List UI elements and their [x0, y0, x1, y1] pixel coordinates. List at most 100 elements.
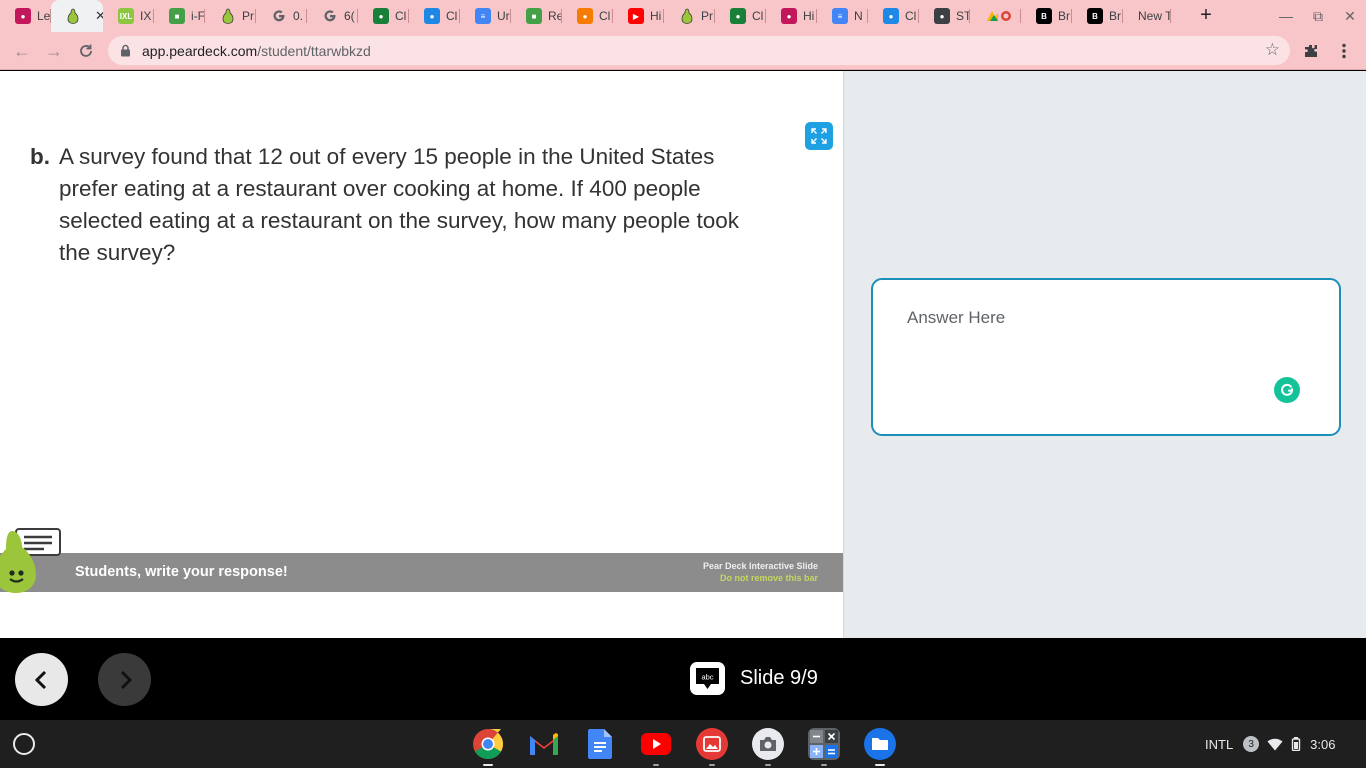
gmail-icon[interactable]	[528, 728, 560, 760]
tab-label: IX	[140, 9, 152, 23]
battery-icon	[1291, 737, 1301, 751]
tab-label: N	[854, 9, 863, 23]
answer-textbox[interactable]: Answer Here	[871, 278, 1341, 436]
tab[interactable]: ● Cl	[358, 4, 409, 28]
tab[interactable]: ■ Re	[511, 4, 562, 28]
tab-label: 6(	[344, 9, 355, 23]
status-tray[interactable]: INTL 3 3:06	[1205, 730, 1335, 758]
running-indicator	[765, 764, 771, 766]
clock: 3:06	[1310, 736, 1336, 752]
next-slide-button[interactable]	[98, 653, 151, 706]
close-window-button[interactable]: ✕	[1340, 6, 1360, 26]
forward-button[interactable]: →	[42, 39, 66, 63]
green-cube-icon: ■	[526, 8, 542, 24]
tab[interactable]: Pr	[205, 4, 256, 28]
dark-person-icon: ●	[934, 8, 950, 24]
tab-label: Hi	[803, 9, 815, 23]
google-icon	[322, 8, 338, 24]
address-bar[interactable]: app.peardeck.com/student/ttarwbkzd ☆	[108, 36, 1290, 65]
tab-label: Le	[37, 9, 51, 23]
tab-label: New T	[1138, 9, 1171, 23]
google-icon	[271, 8, 287, 24]
tab[interactable]: IXL IX	[103, 4, 154, 28]
expand-slide-button[interactable]	[805, 122, 833, 150]
tab-active[interactable]: ✕	[51, 0, 103, 32]
tab[interactable]: B Br	[1021, 4, 1072, 28]
pear-deck-instruction-bar: Students, write your response! Pear Deck…	[0, 553, 843, 592]
tab-label: Br	[1109, 9, 1121, 23]
tab-label: ST	[956, 9, 970, 23]
close-tab-icon[interactable]: ✕	[95, 8, 103, 24]
calculator-icon[interactable]	[808, 728, 840, 760]
multicolor-icon	[985, 8, 1013, 24]
minimize-window-button[interactable]: —	[1276, 6, 1296, 26]
reload-button[interactable]	[74, 39, 98, 63]
browser-toolbar: ← → app.peardeck.com/student/ttarwbkzd ☆	[0, 32, 1366, 70]
url-host: app.peardeck.com	[142, 43, 258, 59]
extensions-puzzle-icon[interactable]	[1300, 40, 1322, 62]
tab[interactable]: 0.	[256, 4, 307, 28]
tab-label: Re	[548, 9, 562, 23]
browser-menu-icon[interactable]	[1333, 40, 1355, 62]
tab[interactable]: ● Cl	[562, 4, 613, 28]
question-text: A survey found that 12 out of every 15 p…	[59, 144, 739, 265]
tab[interactable]: ● ST	[919, 4, 970, 28]
tab[interactable]: ● Le	[0, 4, 51, 28]
tab[interactable]: 6(	[307, 4, 358, 28]
tab-label: Pr	[242, 9, 254, 23]
pink-person-icon: ●	[15, 8, 31, 24]
camera-icon[interactable]	[752, 728, 784, 760]
notification-count-badge: 3	[1243, 736, 1260, 752]
previous-slide-button[interactable]	[15, 653, 68, 706]
tab[interactable]: ≡ N	[817, 4, 868, 28]
tab-label: i-F	[191, 9, 205, 23]
tab-label: Br	[1058, 9, 1070, 23]
tab[interactable]: ● Cl	[409, 4, 460, 28]
tab-label: Cl	[905, 9, 917, 23]
tab[interactable]: Pr	[664, 4, 715, 28]
files-icon[interactable]	[864, 728, 896, 760]
gallery-icon[interactable]	[696, 728, 728, 760]
tab-label: Pr	[701, 9, 713, 23]
launcher-icon[interactable]	[13, 733, 35, 755]
bookmark-star-icon[interactable]: ☆	[1265, 40, 1280, 60]
grammarly-icon[interactable]	[1274, 377, 1300, 403]
classroom-icon: ●	[577, 8, 593, 24]
tab-label: Cl	[599, 9, 611, 23]
pear-deck-icon	[220, 8, 236, 24]
youtube-icon[interactable]	[640, 728, 672, 760]
reload-icon	[80, 44, 92, 57]
text-response-icon: abc	[690, 662, 725, 695]
tab[interactable]: ● Cl	[715, 4, 766, 28]
tab-label: Cl	[395, 9, 407, 23]
tab-label: 0.	[293, 9, 304, 23]
tab[interactable]: B Br	[1072, 4, 1123, 28]
tab[interactable]: New T	[1123, 4, 1171, 28]
os-shelf: INTL 3 3:06	[0, 720, 1366, 768]
lock-icon	[121, 44, 130, 57]
classroom-icon: ●	[424, 8, 440, 24]
chrome-icon[interactable]	[472, 728, 504, 760]
new-tab-button[interactable]: +	[1195, 4, 1217, 28]
tab[interactable]	[970, 4, 1021, 28]
pear-deck-icon	[65, 8, 81, 24]
b-icon: B	[1087, 8, 1103, 24]
input-method-label: INTL	[1205, 736, 1234, 752]
classroom-icon: ●	[883, 8, 899, 24]
expand-arrows-icon	[811, 128, 827, 144]
docs-icon[interactable]	[584, 728, 616, 760]
back-button[interactable]: ←	[10, 39, 34, 63]
running-indicator	[821, 764, 827, 766]
tab[interactable]: ■ i-F	[154, 4, 205, 28]
maximize-window-button[interactable]: ⧉	[1308, 6, 1328, 26]
tab[interactable]: ● Hi	[766, 4, 817, 28]
tab[interactable]: ▶ Hi	[613, 4, 664, 28]
classroom-icon: ●	[373, 8, 389, 24]
running-indicator	[875, 764, 885, 766]
slide-panel: b. A survey found that 12 out of every 1…	[0, 71, 843, 638]
running-indicator	[653, 764, 659, 766]
tab[interactable]: ● Cl	[868, 4, 919, 28]
tab[interactable]: ≡ Ur	[460, 4, 511, 28]
docs-icon: ≡	[832, 8, 848, 24]
tab-label: Cl	[752, 9, 764, 23]
